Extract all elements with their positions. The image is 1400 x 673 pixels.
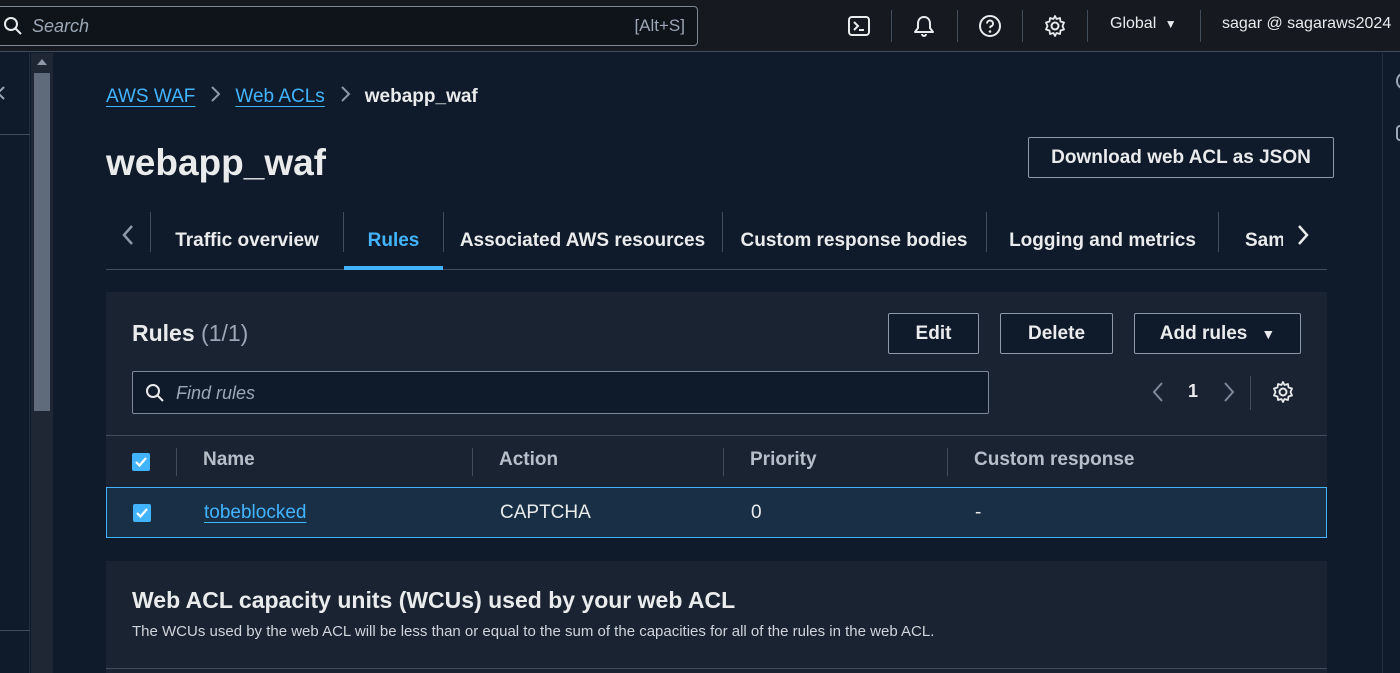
caret-down-icon: ▼ — [1164, 17, 1177, 31]
delete-button[interactable]: Delete — [1000, 313, 1113, 354]
rule-name-link[interactable]: tobeblocked — [204, 502, 306, 524]
table-preferences-gear-icon[interactable] — [1271, 380, 1295, 409]
cloudshell-icon[interactable] — [845, 12, 873, 40]
account-menu[interactable]: sagar @ sagaraws2024 — [1222, 15, 1391, 33]
tab-traffic-overview[interactable]: Traffic overview — [150, 212, 344, 270]
wcu-description: The WCUs used by the web ACL will be les… — [132, 623, 935, 640]
notifications-bell-icon[interactable] — [910, 12, 938, 40]
rules-count: (1/1) — [201, 320, 249, 346]
scroll-up-arrow-icon[interactable] — [37, 59, 47, 65]
rules-title: Rules — [132, 320, 195, 346]
rule-action: CAPTCHA — [500, 502, 591, 523]
pagination-page-number[interactable]: 1 — [1188, 381, 1198, 402]
active-tab-indicator — [344, 266, 443, 270]
table-row[interactable]: tobeblocked CAPTCHA 0 - — [106, 487, 1327, 538]
help-icon[interactable] — [976, 12, 1004, 40]
settings-gear-icon[interactable] — [1041, 12, 1069, 40]
wcu-panel: Web ACL capacity units (WCUs) used by yo… — [106, 561, 1327, 673]
rules-panel: Rules (1/1) Edit Delete Add rules ▼ Find… — [106, 292, 1327, 538]
column-header-priority[interactable]: Priority — [750, 449, 817, 471]
tab-custom-response-bodies[interactable]: Custom response bodies — [722, 212, 986, 270]
search-icon — [145, 383, 165, 408]
add-rules-button[interactable]: Add rules ▼ — [1134, 313, 1301, 354]
region-label: Global — [1110, 15, 1157, 32]
pagination-previous-icon[interactable] — [1151, 380, 1165, 409]
select-all-checkbox[interactable] — [132, 453, 150, 471]
wcu-title: Web ACL capacity units (WCUs) used by yo… — [132, 587, 736, 613]
tab-sampled-requests[interactable]: Sam — [1218, 212, 1283, 270]
find-rules-placeholder: Find rules — [176, 383, 256, 403]
download-json-button[interactable]: Download web ACL as JSON — [1028, 137, 1334, 178]
chevron-right-icon — [209, 84, 221, 110]
top-navigation: Search [Alt+S] Global ▼ sagar @ sagaraws… — [0, 0, 1400, 52]
tab-rules[interactable]: Rules — [344, 212, 443, 270]
find-rules-input[interactable]: Find rules — [132, 371, 989, 414]
breadcrumb: AWS WAF Web ACLs webapp_waf — [106, 84, 478, 110]
chevron-left-icon[interactable] — [0, 83, 8, 108]
rules-table-header: Name Action Priority Custom response — [106, 435, 1327, 487]
tab-associated-aws-resources[interactable]: Associated AWS resources — [443, 212, 722, 270]
region-selector[interactable]: Global ▼ — [1110, 15, 1177, 33]
account-label: sagar @ sagaraws2024 — [1222, 15, 1392, 32]
caret-down-icon: ▼ — [1261, 325, 1276, 342]
edit-button[interactable]: Edit — [888, 313, 979, 354]
side-navigation-rail — [0, 53, 30, 673]
breadcrumb-link-web-acls[interactable]: Web ACLs — [235, 86, 324, 108]
column-header-action[interactable]: Action — [499, 449, 558, 471]
tab-bar: Traffic overview Rules Associated AWS re… — [106, 212, 1327, 270]
global-search-input[interactable]: Search [Alt+S] — [0, 6, 698, 46]
chevron-right-icon — [339, 84, 351, 110]
row-checkbox[interactable] — [133, 504, 151, 522]
right-utility-rail — [1382, 53, 1400, 673]
tab-scroll-right-icon[interactable] — [1295, 222, 1311, 253]
column-header-custom-response[interactable]: Custom response — [974, 449, 1134, 471]
add-rules-label: Add rules — [1159, 322, 1248, 344]
tools-panel-icon[interactable] — [1395, 123, 1400, 143]
tab-logging-and-metrics[interactable]: Logging and metrics — [986, 212, 1219, 270]
column-header-name[interactable]: Name — [203, 449, 255, 471]
page-title: webapp_waf — [106, 142, 326, 183]
rule-custom-response: - — [975, 502, 982, 523]
info-panel-icon[interactable] — [1395, 71, 1400, 91]
search-shortcut: [Alt+S] — [634, 16, 685, 35]
breadcrumb-link-aws-waf[interactable]: AWS WAF — [106, 86, 195, 108]
tab-scroll-left-icon[interactable] — [120, 222, 136, 253]
scrollbar[interactable] — [31, 53, 53, 673]
breadcrumb-current: webapp_waf — [364, 86, 478, 107]
rule-priority: 0 — [751, 502, 762, 523]
rules-panel-title: Rules (1/1) — [132, 320, 248, 347]
scrollbar-thumb[interactable] — [34, 73, 50, 411]
search-icon — [3, 16, 23, 36]
search-placeholder: Search — [32, 16, 90, 36]
pagination-next-icon[interactable] — [1222, 380, 1236, 409]
